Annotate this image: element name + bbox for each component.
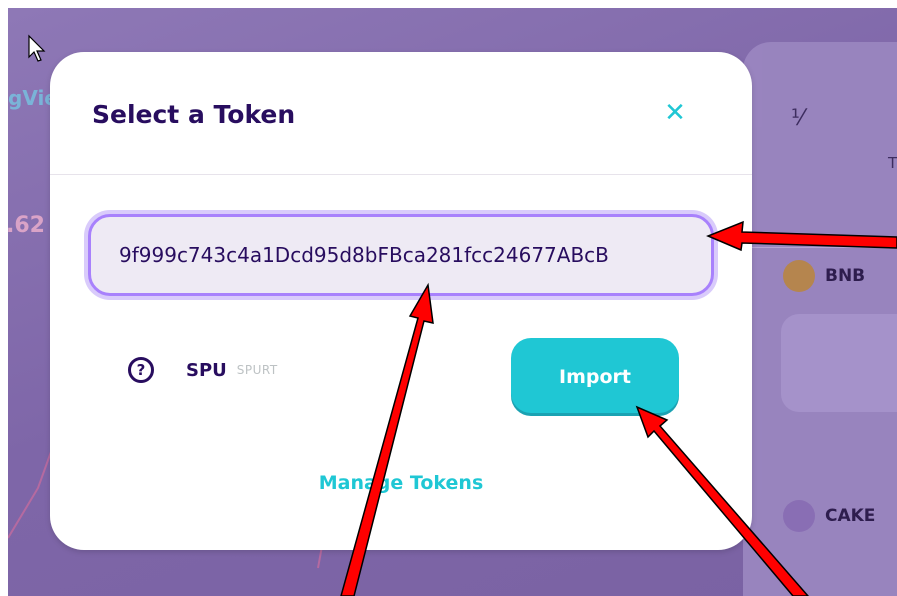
bg-chart-percent: .62 [8,213,45,238]
token-result-row: ? SPU SPURT [128,357,278,383]
question-icon: ? [128,357,154,383]
bg-token-bnb: BNB [783,260,865,292]
manage-tokens-link[interactable]: Manage Tokens [50,472,752,494]
bg-amount-box [781,314,897,412]
chart-toggle-icon: ⅟ [791,106,804,131]
bg-swap-panel: ⅟ T BNB CAKE [743,42,897,596]
import-button[interactable]: Import [511,338,679,416]
bg-divider [743,247,897,248]
token-symbol: SPU [186,359,227,381]
modal-title: Select a Token [92,100,296,129]
bg-token-cake: CAKE [783,500,875,532]
select-token-modal: Select a Token ✕ ? SPU SPURT Import Mana… [50,52,752,550]
cake-coin-icon [783,500,815,532]
token-name: SPURT [236,363,278,377]
bg-column-letter: T [888,154,897,172]
close-icon[interactable]: ✕ [660,98,690,128]
token-search-input[interactable] [88,214,714,296]
bnb-coin-icon [783,260,815,292]
modal-divider [50,174,752,175]
